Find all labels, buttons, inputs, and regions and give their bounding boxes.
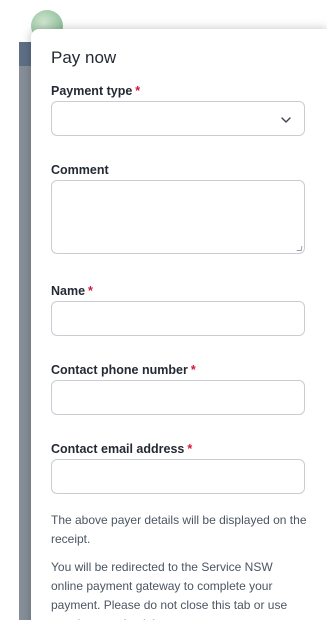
name-input[interactable] [51,301,305,336]
email-label: Contact email address * [51,441,192,457]
comment-textarea[interactable] [51,180,305,254]
required-mark: * [135,84,141,98]
payment-type-label-text: Payment type [51,84,133,98]
payment-type-select[interactable] [51,101,305,136]
phone-label: Contact phone number * [51,362,196,378]
comment-label: Comment [51,162,109,178]
resize-handle[interactable] [296,246,303,251]
page: Pay now Payment type * Comment Name * Co… [0,0,327,620]
redirect-note: You will be redirected to the Service NS… [51,560,288,620]
modal-title: Pay now [51,48,117,67]
required-mark: * [190,363,196,377]
email-label-text: Contact email address [51,442,185,456]
pay-now-modal: Pay now Payment type * Comment Name * Co… [31,29,327,620]
name-label: Name * [51,283,93,299]
comment-label-text: Comment [51,163,109,177]
chevron-down-icon [281,117,291,123]
email-input[interactable] [51,459,305,494]
payment-type-label: Payment type * [51,83,140,99]
required-mark: * [187,442,193,456]
phone-label-text: Contact phone number [51,363,188,377]
required-mark: * [88,284,93,298]
payer-details-note: The above payer details will be displaye… [51,513,307,546]
phone-input[interactable] [51,380,305,415]
name-label-text: Name [51,284,86,298]
